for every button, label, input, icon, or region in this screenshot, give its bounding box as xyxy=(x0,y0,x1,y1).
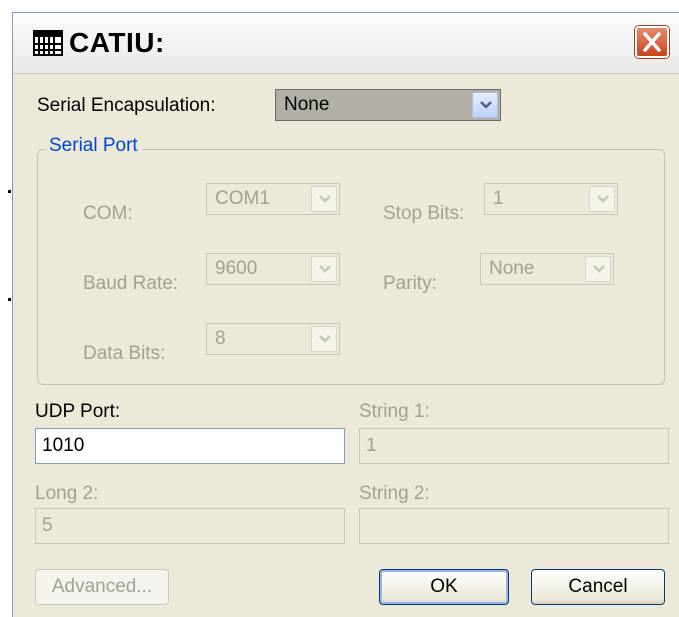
ok-button[interactable]: OK xyxy=(379,569,509,605)
data-bits-value: 8 xyxy=(215,328,226,349)
data-bits-label: Data Bits: xyxy=(83,343,166,364)
parity-value: None xyxy=(489,258,535,279)
data-bits-select[interactable]: 8 xyxy=(206,323,340,355)
com-value: COM1 xyxy=(215,188,270,209)
string1-input[interactable]: 1 xyxy=(359,428,669,464)
string2-label: String 2: xyxy=(359,483,430,504)
serial-encapsulation-label: Serial Encapsulation: xyxy=(37,95,216,116)
title-bar[interactable]: CATIU: xyxy=(13,13,679,74)
serial-port-legend: Serial Port xyxy=(45,135,142,157)
com-select[interactable]: COM1 xyxy=(206,183,340,215)
chevron-down-icon[interactable] xyxy=(311,326,337,352)
window-title: CATIU: xyxy=(69,27,165,58)
parity-label: Parity: xyxy=(383,273,437,294)
close-button[interactable] xyxy=(635,26,669,58)
string1-value: 1 xyxy=(366,435,377,456)
com-label: COM: xyxy=(83,203,133,224)
chevron-down-icon[interactable] xyxy=(589,186,615,212)
edge-mark xyxy=(8,298,11,301)
parity-select[interactable]: None xyxy=(480,253,614,285)
serial-encapsulation-select[interactable]: None xyxy=(275,89,501,121)
udp-port-value: 1010 xyxy=(42,435,85,456)
stop-bits-value: 1 xyxy=(493,188,504,209)
udp-port-label: UDP Port: xyxy=(35,401,121,422)
long2-input[interactable]: 5 xyxy=(35,508,345,544)
stop-bits-label: Stop Bits: xyxy=(383,203,465,224)
baud-rate-select[interactable]: 9600 xyxy=(206,253,340,285)
stop-bits-select[interactable]: 1 xyxy=(484,183,618,215)
long2-value: 5 xyxy=(42,515,53,536)
chevron-down-icon[interactable] xyxy=(472,92,498,118)
cancel-button[interactable]: Cancel xyxy=(531,569,665,605)
chevron-down-icon[interactable] xyxy=(311,186,337,212)
baud-rate-value: 9600 xyxy=(215,258,258,279)
close-icon xyxy=(643,32,661,52)
edge-mark xyxy=(8,190,11,193)
chevron-down-icon[interactable] xyxy=(585,256,611,282)
long2-label: Long 2: xyxy=(35,483,99,504)
advanced-button[interactable]: Advanced... xyxy=(35,569,169,605)
udp-port-input[interactable]: 1010 xyxy=(35,428,345,464)
baud-rate-label: Baud Rate: xyxy=(83,273,179,294)
grid-app-icon xyxy=(33,30,63,56)
chevron-down-icon[interactable] xyxy=(311,256,337,282)
catiu-dialog: CATIU: Serial Encapsulation: None Serial… xyxy=(12,12,679,617)
serial-encapsulation-value: None xyxy=(284,94,330,115)
string2-input[interactable] xyxy=(359,508,669,544)
string1-label: String 1: xyxy=(359,401,430,422)
